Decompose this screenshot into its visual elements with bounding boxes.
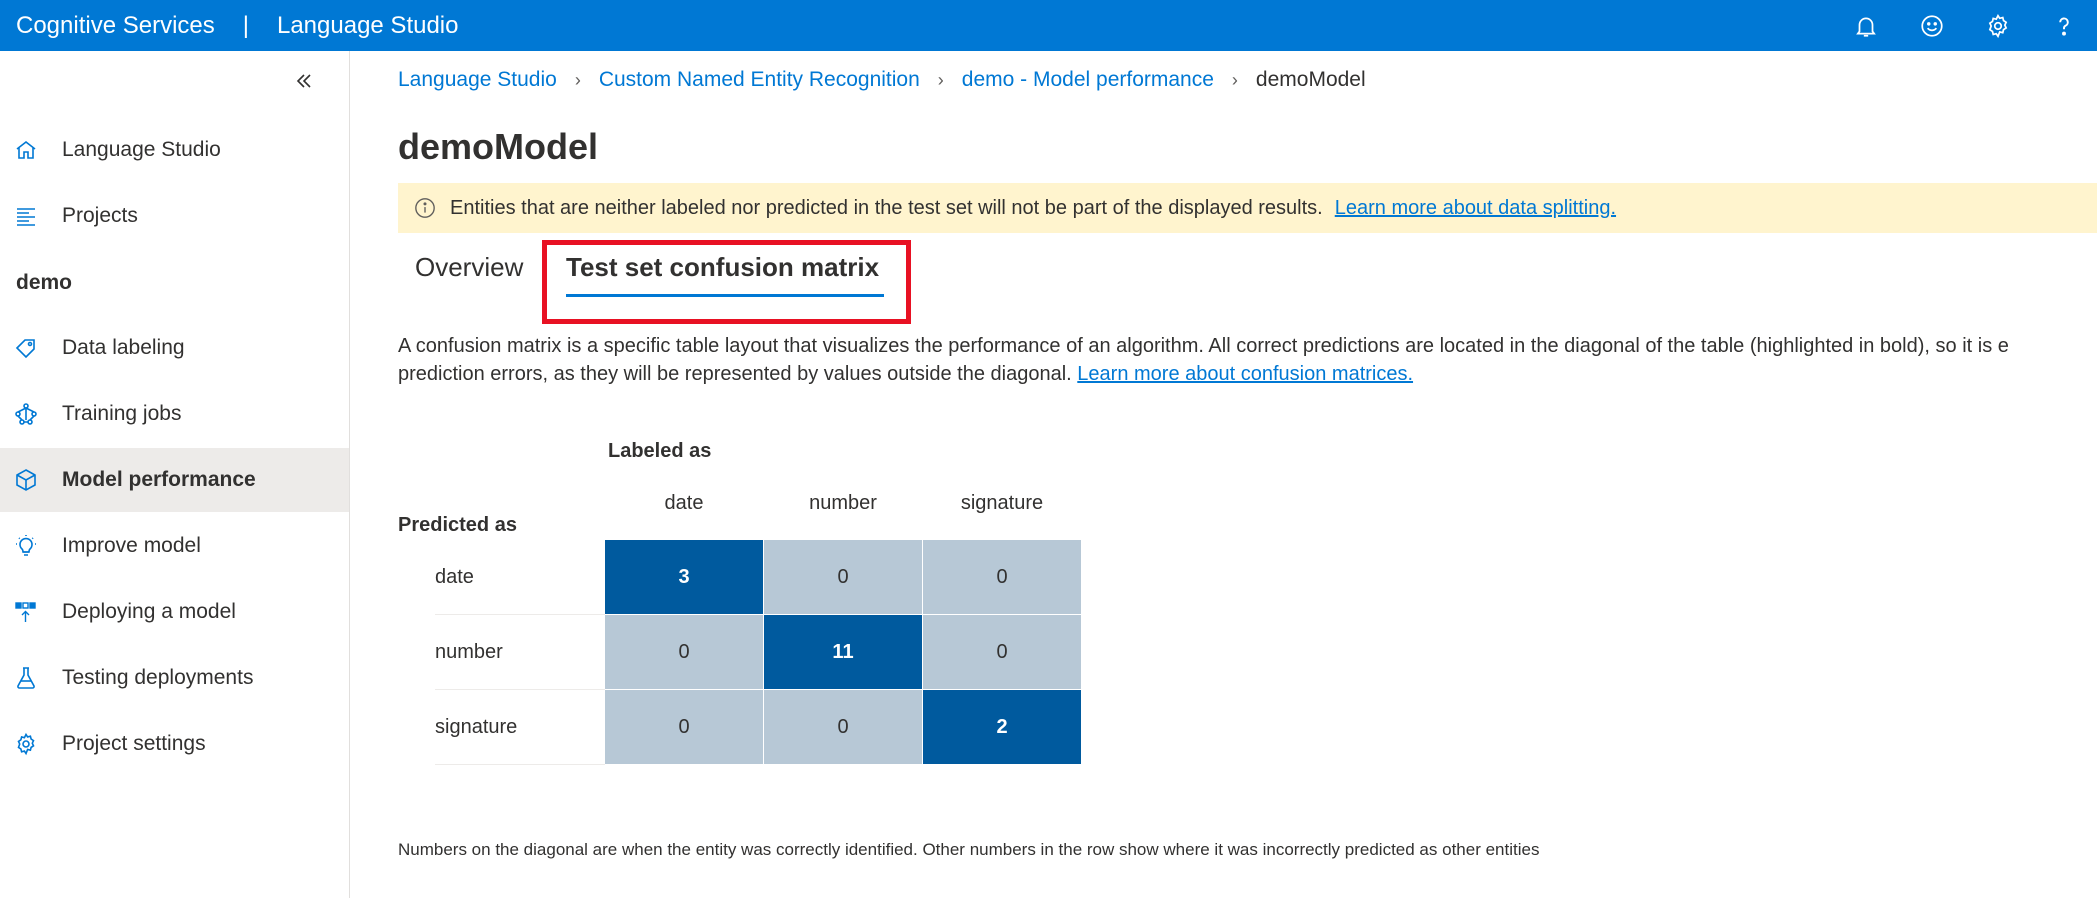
network-icon [13, 401, 39, 427]
breadcrumb-custom-ner[interactable]: Custom Named Entity Recognition [599, 68, 920, 92]
labeled-as-header: Labeled as [608, 440, 712, 462]
chevron-right-icon: › [1231, 69, 1238, 90]
sidebar-item-model-performance[interactable]: Model performance [0, 448, 349, 512]
bell-icon [1856, 17, 1876, 37]
sidebar-item-label: Data labeling [62, 336, 185, 359]
lightbulb-icon [13, 533, 39, 559]
help-button[interactable] [2031, 0, 2097, 51]
breadcrumb-current: demoModel [1255, 68, 1366, 91]
notifications-button[interactable] [1833, 0, 1899, 51]
matrix-cell: 0 [605, 690, 763, 764]
sidebar-item-label: Deploying a model [62, 600, 236, 623]
chevron-right-icon: › [937, 69, 944, 90]
gear-icon [13, 731, 39, 757]
matrix-cell: 0 [764, 690, 922, 764]
brand-link[interactable]: Cognitive Services [16, 12, 215, 40]
sidebar-section-demo: demo [16, 271, 73, 294]
row-header: date [435, 540, 605, 615]
product-link[interactable]: Language Studio [277, 12, 459, 40]
feedback-button[interactable] [1899, 0, 1965, 51]
matrix-cell: 0 [764, 540, 922, 614]
brand-separator: | [242, 11, 249, 39]
breadcrumb-model-performance[interactable]: demo - Model performance [962, 68, 1214, 92]
tag-icon [13, 335, 39, 361]
sidebar: Language Studio Projects demo Data label… [0, 51, 350, 898]
page-title: demoModel [398, 126, 599, 167]
double-chevron-left-icon [296, 74, 311, 88]
column-header: signature [960, 492, 1044, 514]
top-bar: Cognitive Services | Language Studio [0, 0, 2097, 51]
sidebar-item-testing-deployments[interactable]: Testing deployments [0, 646, 349, 710]
row-header: signature [435, 690, 605, 765]
deploy-icon [13, 599, 39, 625]
highlight-annotation [542, 240, 911, 324]
sidebar-item-label: Testing deployments [62, 666, 254, 689]
smiley-icon [1921, 14, 1943, 37]
sidebar-item-label: Project settings [62, 732, 206, 755]
description-line-2: prediction errors, as they will be repre… [398, 360, 2097, 388]
sidebar-item-label: Model performance [62, 468, 256, 491]
chevron-right-icon: › [574, 69, 581, 90]
top-actions [1833, 0, 2097, 51]
flask-icon [13, 665, 39, 691]
sidebar-item-language-studio[interactable]: Language Studio [0, 118, 349, 182]
home-icon [13, 137, 39, 163]
sidebar-item-improve-model[interactable]: Improve model [0, 514, 349, 578]
tab-overview[interactable]: Overview [415, 252, 523, 283]
description-line-1: A confusion matrix is a specific table l… [398, 335, 2009, 357]
info-icon [415, 198, 435, 218]
banner-message: Entities that are neither labeled nor pr… [450, 196, 1323, 219]
matrix-cell: 0 [605, 615, 763, 689]
breadcrumb: Language Studio › Custom Named Entity Re… [398, 68, 1366, 92]
matrix-cell: 2 [923, 690, 1081, 764]
matrix-cell: 0 [923, 615, 1081, 689]
sidebar-item-projects[interactable]: Projects [0, 184, 349, 248]
row-header: number [435, 615, 605, 690]
sidebar-item-data-labeling[interactable]: Data labeling [0, 316, 349, 380]
sidebar-item-label: Projects [62, 204, 138, 227]
breadcrumb-language-studio[interactable]: Language Studio [398, 68, 557, 92]
predicted-as-header: Predicted as [398, 514, 517, 536]
sidebar-item-project-settings[interactable]: Project settings [0, 712, 349, 776]
column-header: number [809, 492, 877, 514]
description-text: prediction errors, as they will be repre… [398, 363, 1072, 385]
cube-icon [13, 467, 39, 493]
sidebar-item-label: Training jobs [62, 402, 182, 425]
matrix-footnote: Numbers on the diagonal are when the ent… [398, 840, 1540, 859]
sidebar-item-label: Language Studio [62, 138, 221, 161]
sidebar-item-deploying-model[interactable]: Deploying a model [0, 580, 349, 644]
confusion-matrix-description: A confusion matrix is a specific table l… [398, 332, 2097, 388]
list-icon [13, 203, 39, 229]
matrix-cell: 0 [923, 540, 1081, 614]
settings-button[interactable] [1965, 0, 2031, 51]
data-splitting-link[interactable]: Learn more about data splitting. [1335, 197, 1616, 220]
sidebar-item-label: Improve model [62, 534, 201, 557]
column-header: date [664, 492, 704, 514]
info-banner: Entities that are neither labeled nor pr… [398, 183, 2097, 233]
sidebar-item-training-jobs[interactable]: Training jobs [0, 382, 349, 446]
matrix-cell: 3 [605, 540, 763, 614]
confusion-matrices-link[interactable]: Learn more about confusion matrices. [1077, 363, 1413, 385]
matrix-cell: 11 [764, 615, 922, 689]
help-icon [2059, 17, 2069, 36]
gear-icon [1988, 13, 2008, 38]
collapse-sidebar-button[interactable] [290, 67, 318, 95]
